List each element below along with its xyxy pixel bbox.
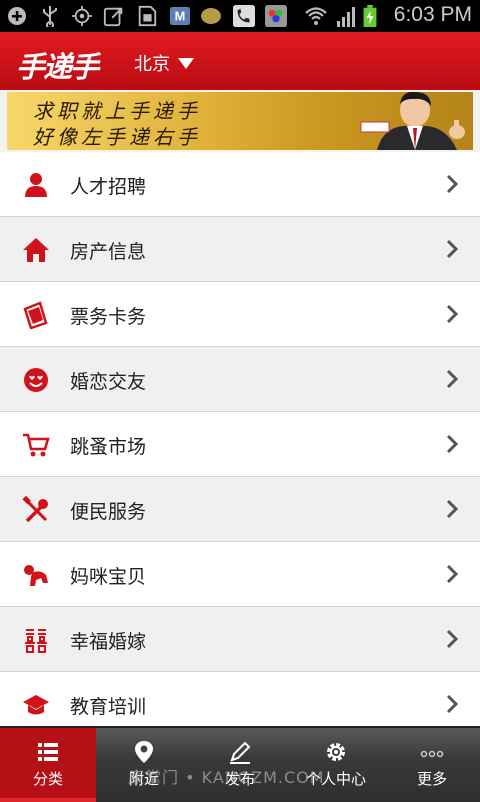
banner-line-1: 求职就上手递手 bbox=[33, 99, 201, 123]
ticket-icon bbox=[23, 301, 48, 329]
watermark-text: 康掌门 • KANGZM.COM bbox=[128, 768, 325, 787]
graduation-cap-icon bbox=[23, 695, 49, 715]
chevron-right-icon bbox=[446, 629, 458, 649]
category-item-dating[interactable]: 婚恋交友 bbox=[0, 347, 480, 412]
category-list: 人才招聘 房产信息 票务卡务 婚恋交友 跳蚤市场 便民服务 妈咪宝贝 幸福婚嫁 bbox=[0, 152, 480, 737]
category-label: 人才招聘 bbox=[70, 176, 147, 198]
category-item-jobs[interactable]: 人才招聘 bbox=[0, 152, 480, 217]
chevron-right-icon bbox=[446, 174, 458, 194]
category-item-flea-market[interactable]: 跳蚤市场 bbox=[0, 412, 480, 477]
app-header: 手递手 北京 bbox=[0, 32, 480, 90]
person-icon bbox=[25, 173, 47, 197]
chevron-right-icon bbox=[446, 304, 458, 324]
baby-icon bbox=[24, 565, 48, 586]
chevron-right-icon bbox=[446, 499, 458, 519]
chevron-right-icon bbox=[446, 694, 458, 714]
category-item-services[interactable]: 便民服务 bbox=[0, 477, 480, 542]
tab-more[interactable]: 更多 bbox=[384, 728, 480, 802]
app-logo: 手递手 bbox=[16, 50, 99, 84]
sim-card-icon bbox=[138, 5, 157, 27]
usb-icon bbox=[43, 6, 57, 27]
category-item-tickets[interactable]: 票务卡务 bbox=[0, 282, 480, 347]
gear-icon bbox=[327, 743, 345, 761]
category-label: 便民服务 bbox=[70, 501, 147, 523]
status-bar: M 6:03 PM bbox=[0, 0, 480, 32]
active-tab-indicator bbox=[0, 798, 96, 802]
city-selector[interactable]: 北京 bbox=[134, 50, 194, 76]
category-label: 跳蚤市场 bbox=[70, 436, 147, 458]
list-icon bbox=[38, 743, 58, 761]
chevron-right-icon bbox=[446, 369, 458, 389]
promo-banner[interactable]: 求职就上手递手 好像左手递右手 bbox=[7, 92, 473, 150]
category-label: 教育培训 bbox=[70, 696, 147, 718]
category-label: 妈咪宝贝 bbox=[70, 566, 147, 588]
tools-icon bbox=[22, 496, 48, 523]
category-label: 婚恋交友 bbox=[70, 371, 147, 393]
coin-icon bbox=[201, 8, 221, 24]
category-item-housing[interactable]: 房产信息 bbox=[0, 217, 480, 282]
category-label: 房产信息 bbox=[70, 241, 147, 263]
tab-label: 分类 bbox=[32, 770, 63, 788]
double-happiness-icon bbox=[25, 629, 47, 653]
missed-call-icon bbox=[233, 5, 255, 27]
businessman-image bbox=[360, 92, 465, 150]
category-item-wedding[interactable]: 幸福婚嫁 bbox=[0, 607, 480, 672]
chevron-right-icon bbox=[446, 434, 458, 454]
share-icon bbox=[103, 7, 123, 27]
battery-charging-icon bbox=[363, 5, 377, 27]
category-item-baby[interactable]: 妈咪宝贝 bbox=[0, 542, 480, 607]
tab-label: 更多 bbox=[416, 770, 447, 788]
gps-icon bbox=[71, 5, 93, 27]
svg-text:M: M bbox=[175, 9, 186, 24]
chevron-right-icon bbox=[446, 564, 458, 584]
app-notification-icon: M bbox=[169, 6, 191, 26]
banner-line-2: 好像左手递右手 bbox=[33, 125, 201, 149]
chevron-right-icon bbox=[446, 239, 458, 259]
gallery-notification-icon bbox=[265, 5, 287, 27]
city-label: 北京 bbox=[134, 54, 170, 75]
cart-icon bbox=[23, 433, 50, 457]
signal-icon bbox=[337, 7, 355, 27]
category-label: 幸福婚嫁 bbox=[70, 631, 147, 653]
wifi-icon bbox=[305, 7, 327, 25]
status-time: 6:03 PM bbox=[393, 3, 472, 26]
pencil-icon bbox=[230, 741, 251, 764]
category-label: 票务卡务 bbox=[70, 306, 147, 328]
add-icon bbox=[8, 7, 26, 25]
dropdown-triangle-icon bbox=[178, 57, 194, 69]
house-icon bbox=[23, 238, 49, 262]
tab-category[interactable]: 分类 bbox=[0, 728, 96, 802]
location-pin-icon bbox=[135, 741, 153, 763]
heart-eyes-icon bbox=[24, 368, 48, 392]
more-dots-icon bbox=[420, 750, 444, 758]
